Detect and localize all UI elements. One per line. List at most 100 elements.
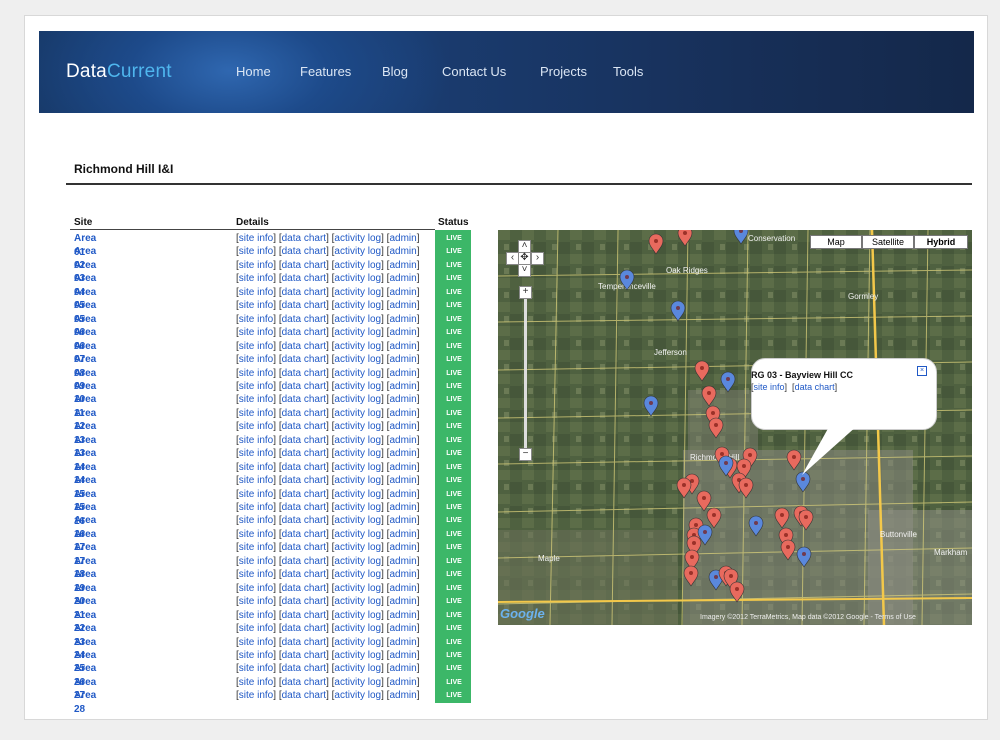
admin-link[interactable]: admin <box>389 489 416 500</box>
admin-link[interactable]: admin <box>389 650 416 661</box>
data-chart-link[interactable]: data chart <box>282 489 326 500</box>
activity-log-link[interactable]: activity log <box>334 596 381 607</box>
data-chart-link[interactable]: data chart <box>282 233 326 244</box>
data-chart-link[interactable]: data chart <box>282 663 326 674</box>
site-info-link[interactable]: site info <box>239 246 273 257</box>
data-chart-link[interactable]: data chart <box>282 394 326 405</box>
activity-log-link[interactable]: activity log <box>334 623 381 634</box>
data-chart-link[interactable]: data chart <box>282 596 326 607</box>
site-info-link[interactable]: site info <box>239 381 273 392</box>
map-marker-red[interactable] <box>774 507 790 529</box>
activity-log-link[interactable]: activity log <box>334 260 381 271</box>
nav-features[interactable]: Features <box>300 64 351 79</box>
map-marker-blue[interactable] <box>796 546 812 568</box>
admin-link[interactable]: admin <box>389 556 416 567</box>
site-info-link[interactable]: site info <box>239 233 273 244</box>
nav-contact-us[interactable]: Contact Us <box>442 64 506 79</box>
activity-log-link[interactable]: activity log <box>334 354 381 365</box>
data-chart-link[interactable]: data chart <box>282 475 326 486</box>
map-marker-red[interactable] <box>648 233 664 255</box>
activity-log-link[interactable]: activity log <box>334 475 381 486</box>
admin-link[interactable]: admin <box>389 448 416 459</box>
admin-link[interactable]: admin <box>389 314 416 325</box>
nav-projects[interactable]: Projects <box>540 64 587 79</box>
activity-log-link[interactable]: activity log <box>334 233 381 244</box>
data-chart-link[interactable]: data chart <box>282 300 326 311</box>
site-link[interactable]: Area 28 <box>74 689 96 716</box>
activity-log-link[interactable]: activity log <box>334 300 381 311</box>
activity-log-link[interactable]: activity log <box>334 314 381 325</box>
site-info-link[interactable]: site info <box>239 583 273 594</box>
admin-link[interactable]: admin <box>389 569 416 580</box>
activity-log-link[interactable]: activity log <box>334 381 381 392</box>
admin-link[interactable]: admin <box>389 394 416 405</box>
site-info-link[interactable]: site info <box>239 462 273 473</box>
activity-log-link[interactable]: activity log <box>334 287 381 298</box>
data-chart-link[interactable]: data chart <box>282 637 326 648</box>
site-info-link[interactable]: site info <box>239 394 273 405</box>
admin-link[interactable]: admin <box>389 408 416 419</box>
activity-log-link[interactable]: activity log <box>334 515 381 526</box>
site-info-link[interactable]: site info <box>239 368 273 379</box>
site-info-link[interactable]: site info <box>239 421 273 432</box>
site-info-link[interactable]: site info <box>239 314 273 325</box>
data-chart-link[interactable]: data chart <box>282 314 326 325</box>
data-chart-link[interactable]: data chart <box>282 368 326 379</box>
admin-link[interactable]: admin <box>389 327 416 338</box>
logo[interactable]: DataCurrent <box>66 61 172 83</box>
info-site-info-link[interactable]: site info <box>754 382 785 392</box>
data-chart-link[interactable]: data chart <box>282 502 326 513</box>
data-chart-link[interactable]: data chart <box>282 354 326 365</box>
map-marker-red[interactable] <box>676 477 692 499</box>
activity-log-link[interactable]: activity log <box>334 327 381 338</box>
data-chart-link[interactable]: data chart <box>282 542 326 553</box>
nav-blog[interactable]: Blog <box>382 64 408 79</box>
admin-link[interactable]: admin <box>389 462 416 473</box>
admin-link[interactable]: admin <box>389 515 416 526</box>
activity-log-link[interactable]: activity log <box>334 677 381 688</box>
site-info-link[interactable]: site info <box>239 475 273 486</box>
site-info-link[interactable]: site info <box>239 556 273 567</box>
data-chart-link[interactable]: data chart <box>282 690 326 701</box>
admin-link[interactable]: admin <box>389 610 416 621</box>
activity-log-link[interactable]: activity log <box>334 421 381 432</box>
data-chart-link[interactable]: data chart <box>282 246 326 257</box>
admin-link[interactable]: admin <box>389 354 416 365</box>
map-marker-red[interactable] <box>780 539 796 561</box>
zoom-in-icon[interactable]: + <box>519 286 532 299</box>
admin-link[interactable]: admin <box>389 596 416 607</box>
map-marker-red[interactable] <box>683 565 699 587</box>
admin-link[interactable]: admin <box>389 677 416 688</box>
admin-link[interactable]: admin <box>389 341 416 352</box>
data-chart-link[interactable]: data chart <box>282 435 326 446</box>
data-chart-link[interactable]: data chart <box>282 381 326 392</box>
site-info-link[interactable]: site info <box>239 260 273 271</box>
data-chart-link[interactable]: data chart <box>282 610 326 621</box>
activity-log-link[interactable]: activity log <box>334 246 381 257</box>
site-info-link[interactable]: site info <box>239 341 273 352</box>
activity-log-link[interactable]: activity log <box>334 556 381 567</box>
data-chart-link[interactable]: data chart <box>282 260 326 271</box>
site-info-link[interactable]: site info <box>239 542 273 553</box>
activity-log-link[interactable]: activity log <box>334 408 381 419</box>
admin-link[interactable]: admin <box>389 637 416 648</box>
activity-log-link[interactable]: activity log <box>334 489 381 500</box>
admin-link[interactable]: admin <box>389 690 416 701</box>
site-info-link[interactable]: site info <box>239 300 273 311</box>
nav-tools[interactable]: Tools <box>613 64 643 79</box>
data-chart-link[interactable]: data chart <box>282 273 326 284</box>
admin-link[interactable]: admin <box>389 529 416 540</box>
data-chart-link[interactable]: data chart <box>282 529 326 540</box>
data-chart-link[interactable]: data chart <box>282 583 326 594</box>
map-marker-red[interactable] <box>706 507 722 529</box>
admin-link[interactable]: admin <box>389 583 416 594</box>
site-info-link[interactable]: site info <box>239 569 273 580</box>
admin-link[interactable]: admin <box>389 381 416 392</box>
activity-log-link[interactable]: activity log <box>334 341 381 352</box>
activity-log-link[interactable]: activity log <box>334 663 381 674</box>
map-copyright[interactable]: Imagery ©2012 TerraMetrics, Map data ©20… <box>700 614 916 621</box>
map-marker-red[interactable] <box>786 449 802 471</box>
site-info-link[interactable]: site info <box>239 690 273 701</box>
activity-log-link[interactable]: activity log <box>334 583 381 594</box>
site-info-link[interactable]: site info <box>239 663 273 674</box>
